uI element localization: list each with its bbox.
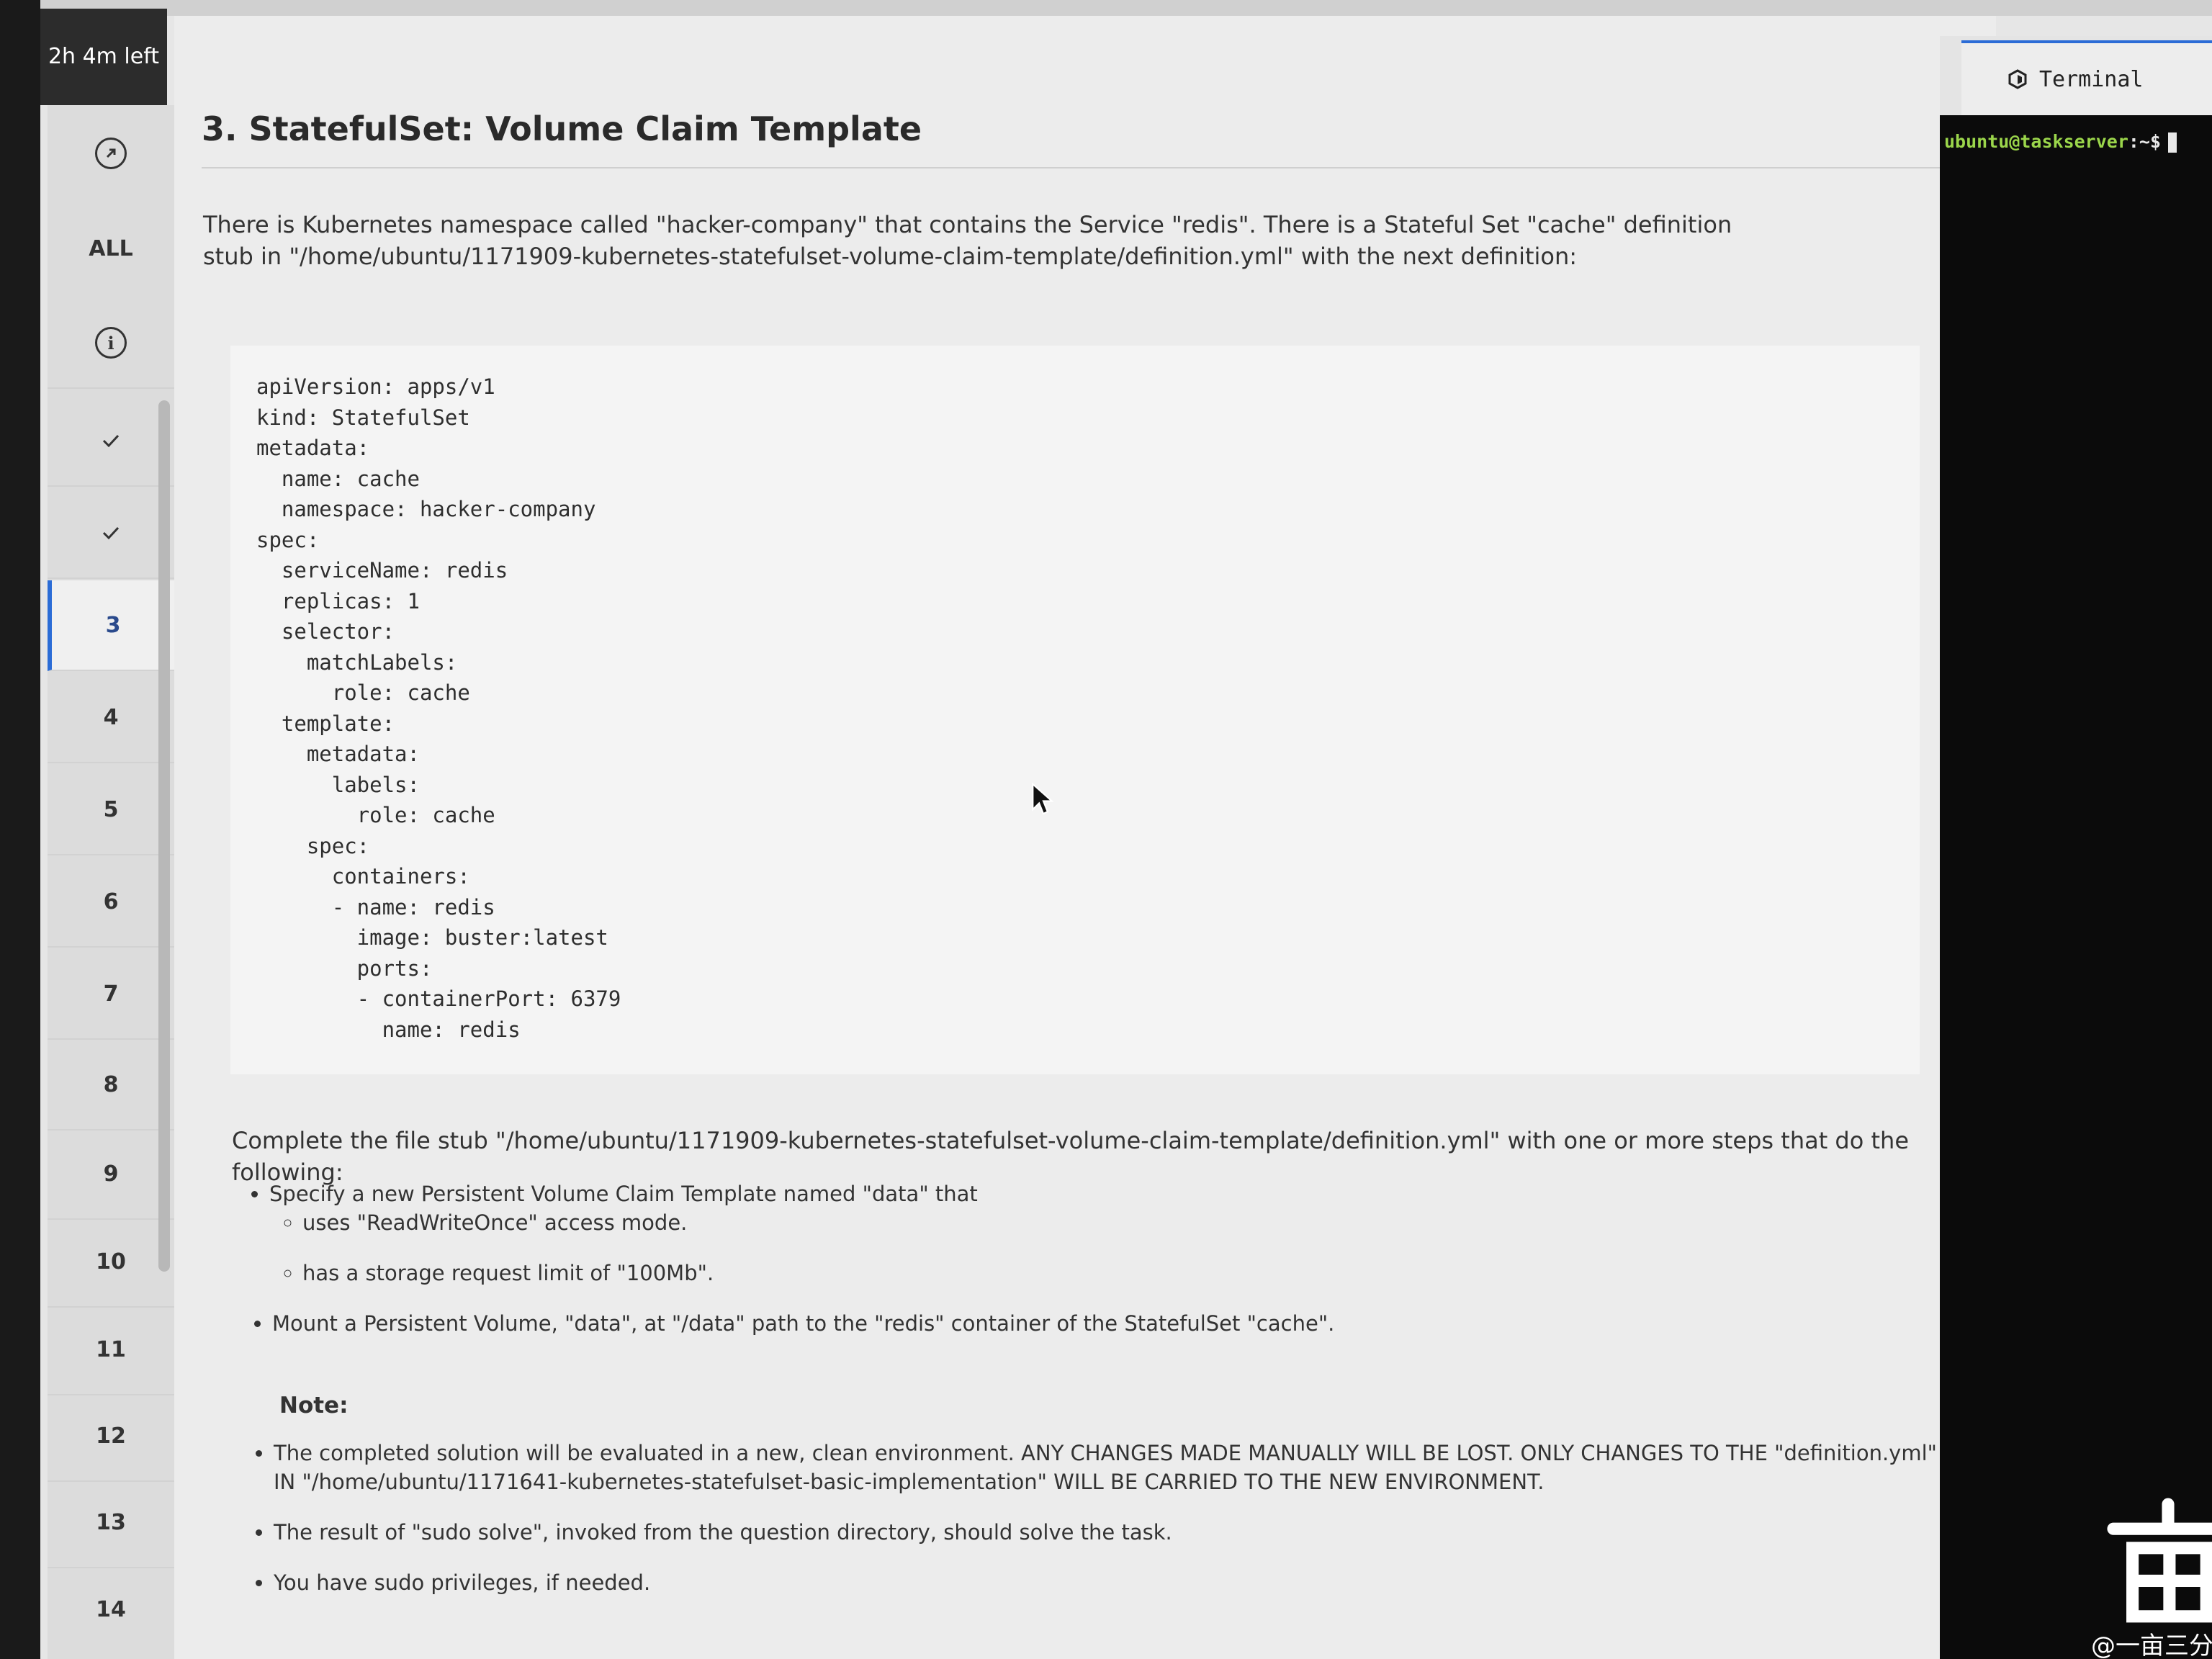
list-item: uses "ReadWriteOnce" access mode. <box>302 1208 1925 1237</box>
question-title: 3. StatefulSet: Volume Claim Template <box>202 109 922 148</box>
rail-scrollbar[interactable] <box>158 400 170 1272</box>
question-panel: 3. StatefulSet: Volume Claim Template Th… <box>174 16 1996 1659</box>
task-mount-volume: Mount a Persistent Volume, "data", at "/… <box>272 1311 1335 1336</box>
task-list: Mount a Persistent Volume, "data", at "/… <box>240 1309 1928 1338</box>
sub-task-access-mode: uses "ReadWriteOnce" access mode. <box>302 1210 688 1235</box>
rail-item-q8[interactable]: 8 <box>48 1040 174 1130</box>
screen: 2h 4m left ALL i 3 4 5 6 7 8 9 10 11 12 … <box>40 0 2212 1659</box>
rail-item-q7[interactable]: 7 <box>48 949 174 1040</box>
rail-item-q2[interactable] <box>48 488 174 579</box>
prompt-user: ubuntu@taskserver <box>1944 131 2128 152</box>
terminal-prompt[interactable]: ubuntu@taskserver:~$ <box>1944 131 2177 153</box>
check-icon <box>102 526 120 540</box>
question-intro: There is Kubernetes namespace called "ha… <box>203 211 1732 270</box>
rail-item-q3[interactable]: 3 <box>48 580 174 671</box>
list-item: Mount a Persistent Volume, "data", at "/… <box>272 1309 1928 1338</box>
watermark-logo <box>2107 1498 2212 1623</box>
notes-list: The completed solution will be evaluated… <box>242 1439 2002 1619</box>
rail-item-q14[interactable]: 14 <box>48 1564 174 1655</box>
list-item: has a storage request limit of "100Mb". <box>302 1259 1925 1287</box>
info-button[interactable]: i <box>48 298 174 389</box>
list-item: You have sudo privileges, if needed. <box>274 1568 2002 1597</box>
code-block: apiVersion: apps/v1 kind: StatefulSet me… <box>230 346 1920 1074</box>
tab-terminal[interactable]: Terminal <box>1961 40 2212 115</box>
terminal-tab-label: Terminal <box>2039 66 2144 92</box>
list-item: Specify a new Persistent Volume Claim Te… <box>269 1179 1925 1287</box>
list-item: The result of "sudo solve", invoked from… <box>274 1518 2002 1547</box>
expand-icon <box>95 138 127 169</box>
rail-item-q4[interactable]: 4 <box>48 673 174 763</box>
note-sudo-solve: The result of "sudo solve", invoked from… <box>274 1520 1172 1545</box>
terminal-pane[interactable]: Terminal ubuntu@taskserver:~$ <box>1940 36 2212 1659</box>
task-list: Specify a new Persistent Volume Claim Te… <box>238 1179 1925 1309</box>
sub-task-list: uses "ReadWriteOnce" access mode. has a … <box>269 1208 1925 1287</box>
list-item: The completed solution will be evaluated… <box>274 1439 2002 1496</box>
sub-task-storage-limit: has a storage request limit of "100Mb". <box>302 1261 714 1285</box>
prompt-path: :~$ <box>2128 131 2162 152</box>
rail-item-q6[interactable]: 6 <box>48 857 174 948</box>
rail-item-q5[interactable]: 5 <box>48 765 174 855</box>
rail-item-q9[interactable]: 9 <box>48 1129 174 1220</box>
info-icon: i <box>95 327 127 359</box>
rail-item-q13[interactable]: 13 <box>48 1478 174 1568</box>
note-sudo-privileges: You have sudo privileges, if needed. <box>274 1570 651 1595</box>
pointer-cursor-icon <box>1032 782 1054 815</box>
expand-button[interactable] <box>48 108 174 199</box>
task-pvc-template: Specify a new Persistent Volume Claim Te… <box>269 1182 978 1206</box>
terminal-tab-bar: Terminal <box>1940 36 2212 115</box>
task-instructions: Complete the file stub "/home/ubuntu/117… <box>232 1127 1909 1186</box>
check-icon <box>102 434 120 448</box>
yaml-definition: apiVersion: apps/v1 kind: StatefulSet me… <box>256 374 621 1042</box>
rail-item-q1[interactable] <box>48 396 174 487</box>
top-bar <box>40 0 2212 16</box>
terminal-cursor <box>2168 132 2177 153</box>
time-remaining: 2h 4m left <box>40 9 167 105</box>
rail-item-q11[interactable]: 11 <box>48 1305 174 1395</box>
rail-item-q12[interactable]: 12 <box>48 1391 174 1482</box>
rail-item-all[interactable]: ALL <box>48 203 174 294</box>
rail-item-q10[interactable]: 10 <box>48 1217 174 1308</box>
title-divider <box>202 167 1966 168</box>
note-heading: Note: <box>279 1393 349 1419</box>
note-clean-environment: The completed solution will be evaluated… <box>274 1441 1987 1494</box>
watermark-text: @一亩三分地 <box>2091 1632 2212 1659</box>
terminal-icon <box>2008 69 2027 89</box>
